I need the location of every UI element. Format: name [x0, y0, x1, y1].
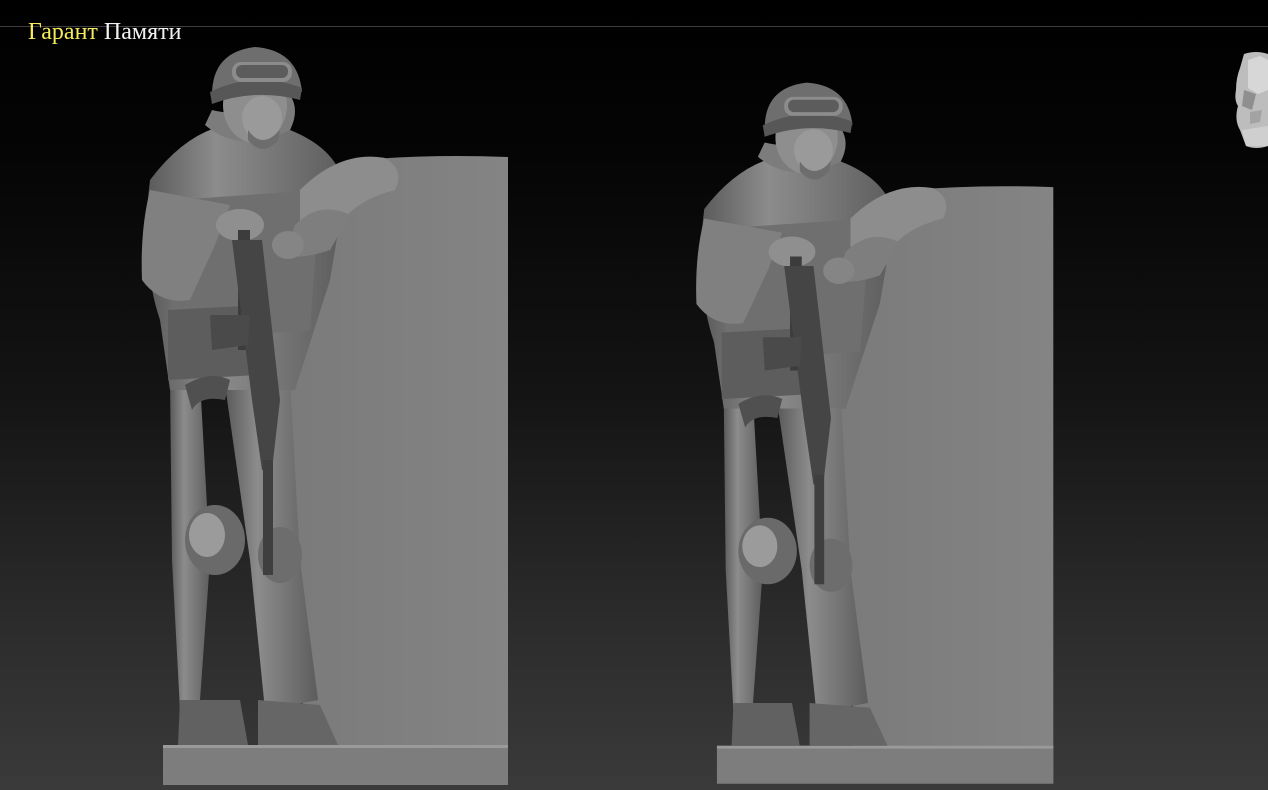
- 3d-viewport[interactable]: Гарант Памяти: [0, 0, 1268, 790]
- head-nav-icon: [1235, 52, 1268, 148]
- soldier-relief-left[interactable]: [141, 47, 508, 785]
- navigation-head-widget[interactable]: [1230, 50, 1268, 150]
- scene: [141, 47, 1054, 785]
- soldier-relief-right[interactable]: [696, 82, 1054, 784]
